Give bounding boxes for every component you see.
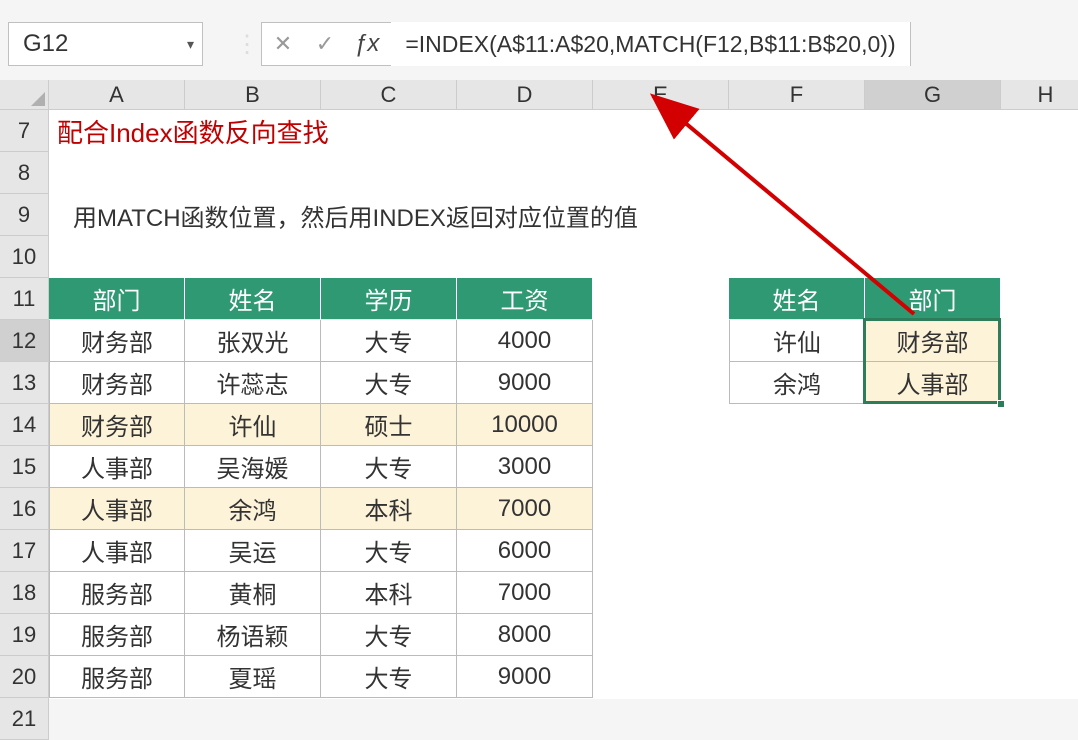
lookup-name-1[interactable]: 余鸿 [729,362,865,404]
main-header-3[interactable]: 工资 [457,278,593,320]
main-edu-6[interactable]: 本科 [321,572,457,614]
main-salary-4[interactable]: 7000 [457,488,593,530]
main-edu-4[interactable]: 本科 [321,488,457,530]
row-header-9[interactable]: 9 [0,194,49,236]
main-salary-8[interactable]: 9000 [457,656,593,698]
spreadsheet-grid[interactable]: ABCDEFGH 789101112131415161718192021 配合I… [0,80,1078,699]
main-salary-3[interactable]: 3000 [457,446,593,488]
lookup-dept-0[interactable]: 财务部 [865,320,1001,362]
main-name-7[interactable]: 杨语颖 [185,614,321,656]
main-edu-5[interactable]: 大专 [321,530,457,572]
row-header-13[interactable]: 13 [0,362,49,404]
main-salary-0[interactable]: 4000 [457,320,593,362]
main-dept-5[interactable]: 人事部 [49,530,185,572]
row-header-20[interactable]: 20 [0,656,49,698]
row-header-21[interactable]: 21 [0,698,49,740]
col-header-H[interactable]: H [1001,80,1078,110]
row-header-7[interactable]: 7 [0,110,49,152]
row-header-11[interactable]: 11 [0,278,49,320]
main-name-5[interactable]: 吴运 [185,530,321,572]
main-name-4[interactable]: 余鸿 [185,488,321,530]
main-dept-7[interactable]: 服务部 [49,614,185,656]
col-header-A[interactable]: A [49,80,185,110]
col-header-F[interactable]: F [729,80,865,110]
description-cell[interactable]: 用MATCH函数位置，然后用INDEX返回对应位置的值 [49,194,749,236]
main-name-0[interactable]: 张双光 [185,320,321,362]
row-header-12[interactable]: 12 [0,320,49,362]
main-dept-2[interactable]: 财务部 [49,404,185,446]
main-name-8[interactable]: 夏瑶 [185,656,321,698]
main-edu-8[interactable]: 大专 [321,656,457,698]
lookup-header-1[interactable]: 部门 [865,278,1001,320]
title-cell[interactable]: 配合Index函数反向查找 [49,110,593,152]
main-salary-2[interactable]: 10000 [457,404,593,446]
main-salary-6[interactable]: 7000 [457,572,593,614]
main-name-2[interactable]: 许仙 [185,404,321,446]
lookup-header-0[interactable]: 姓名 [729,278,865,320]
main-header-1[interactable]: 姓名 [185,278,321,320]
row-header-18[interactable]: 18 [0,572,49,614]
row-header-10[interactable]: 10 [0,236,49,278]
formula-input[interactable]: =INDEX(A$11:A$20,MATCH(F12,B$11:B$20,0)) [391,22,909,66]
check-icon[interactable]: ✓ [304,22,346,66]
divider: ⋮ [235,30,259,59]
main-salary-5[interactable]: 6000 [457,530,593,572]
lookup-dept-1[interactable]: 人事部 [865,362,1001,404]
col-header-G[interactable]: G [865,80,1001,110]
select-all-corner[interactable] [0,80,49,110]
row-headers-column: 789101112131415161718192021 [0,110,49,740]
main-salary-7[interactable]: 8000 [457,614,593,656]
main-edu-2[interactable]: 硕士 [321,404,457,446]
main-name-3[interactable]: 吴海媛 [185,446,321,488]
row-header-17[interactable]: 17 [0,530,49,572]
row-header-15[interactable]: 15 [0,446,49,488]
row-header-14[interactable]: 14 [0,404,49,446]
fill-handle[interactable] [997,400,1005,408]
main-dept-4[interactable]: 人事部 [49,488,185,530]
name-box[interactable]: G12 ▾ [8,22,203,66]
main-name-6[interactable]: 黄桐 [185,572,321,614]
name-box-value: G12 [23,30,68,58]
col-header-E[interactable]: E [593,80,729,110]
main-edu-7[interactable]: 大专 [321,614,457,656]
cancel-icon[interactable]: ✕ [262,22,304,66]
col-header-D[interactable]: D [457,80,593,110]
fx-icon[interactable]: ƒx [354,30,379,58]
main-dept-3[interactable]: 人事部 [49,446,185,488]
formula-bar: G12 ▾ ⋮ ✕ ✓ ƒx =INDEX(A$11:A$20,MATCH(F1… [0,0,1078,80]
row-header-19[interactable]: 19 [0,614,49,656]
row-header-16[interactable]: 16 [0,488,49,530]
formula-buttons: ⋮ ✕ ✓ ƒx =INDEX(A$11:A$20,MATCH(F12,B$11… [233,22,911,66]
lookup-name-0[interactable]: 许仙 [729,320,865,362]
main-salary-1[interactable]: 9000 [457,362,593,404]
main-header-2[interactable]: 学历 [321,278,457,320]
main-dept-8[interactable]: 服务部 [49,656,185,698]
col-header-C[interactable]: C [321,80,457,110]
main-edu-0[interactable]: 大专 [321,320,457,362]
chevron-down-icon[interactable]: ▾ [187,36,194,53]
main-edu-1[interactable]: 大专 [321,362,457,404]
column-headers-row: ABCDEFGH [0,80,1078,110]
main-dept-6[interactable]: 服务部 [49,572,185,614]
main-dept-1[interactable]: 财务部 [49,362,185,404]
formula-text: =INDEX(A$11:A$20,MATCH(F12,B$11:B$20,0)) [405,31,895,58]
main-dept-0[interactable]: 财务部 [49,320,185,362]
formula-wrap: ✕ ✓ ƒx =INDEX(A$11:A$20,MATCH(F12,B$11:B… [261,22,911,66]
col-header-B[interactable]: B [185,80,321,110]
main-edu-3[interactable]: 大专 [321,446,457,488]
main-header-0[interactable]: 部门 [49,278,185,320]
main-name-1[interactable]: 许蕊志 [185,362,321,404]
row-header-8[interactable]: 8 [0,152,49,194]
